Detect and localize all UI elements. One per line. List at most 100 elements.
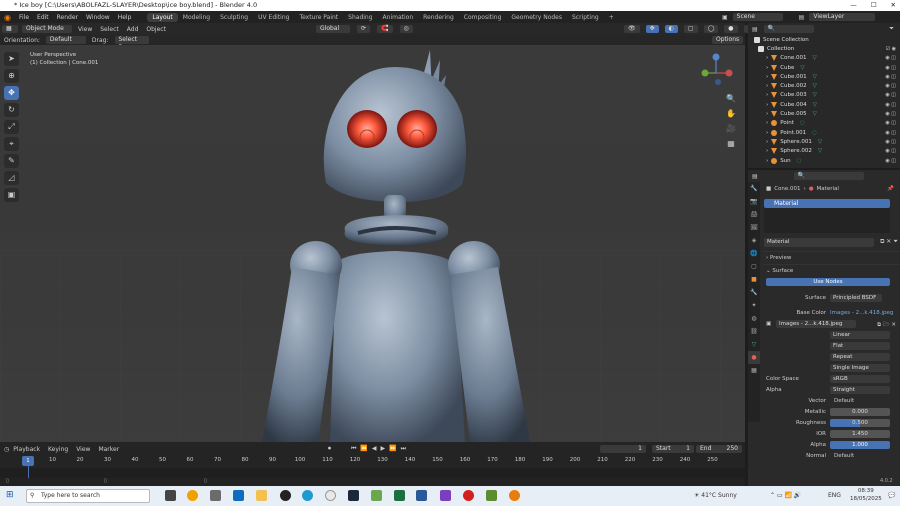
colorspace-select[interactable]: sRGB [830,375,890,383]
viewport-menu-object[interactable]: Object [142,26,170,33]
collection-row[interactable]: Collection ☑ ◉ [748,44,900,53]
particles-tab-icon[interactable]: ✦ [748,299,760,312]
visibility-eye-icon[interactable]: ◉ ◫ [885,102,896,108]
game-app-icon[interactable] [371,490,382,501]
expand-arrow-icon[interactable]: › [766,92,768,98]
viewlayer-selector[interactable]: ViewLayer [809,13,876,21]
file-explorer-icon[interactable] [256,490,267,501]
rotate-tool-icon[interactable]: ↻ [4,103,19,117]
prev-key-icon[interactable]: ⏪ [360,445,367,453]
object-tab-icon[interactable]: ■ [748,273,760,286]
expand-arrow-icon[interactable]: › [766,139,768,145]
tab-layout[interactable]: Layout [147,12,178,22]
mode-selector[interactable]: Object Mode [22,25,72,33]
view-layer-tab-icon[interactable]: 🖼 [748,221,760,234]
solid-shading-icon[interactable]: ● [724,25,738,33]
constraints-tab-icon[interactable]: ⛓ [748,325,760,338]
options-dropdown[interactable]: Options [712,36,744,44]
close-button[interactable]: ✕ [891,0,896,11]
visibility-eye-icon[interactable]: ◉ ◫ [885,158,896,164]
image-name-field[interactable]: Images - 2...k.418.jpeg [776,320,856,328]
annotate-tool-icon[interactable]: ✎ [4,154,19,168]
render-tab-icon[interactable]: 📷 [748,195,760,208]
outliner-item[interactable]: › Cube.002 ▽ ◉ ◫ [748,81,900,90]
modifier-tab-icon[interactable]: 🔧 [748,286,760,299]
surface-shader-field[interactable]: Principled BSDF [830,294,882,302]
transform-tool-icon[interactable]: ⌖ [4,137,19,151]
tab-scripting[interactable]: Scripting [567,13,604,22]
material-slot-row[interactable]: Material [764,199,890,208]
outliner-item[interactable]: › Cone.001 ▽ ◉ ◫ [748,54,900,63]
texture-tab-icon[interactable]: ▦ [748,364,760,377]
expand-arrow-icon[interactable]: › [766,102,768,108]
chrome-browser-icon[interactable] [325,490,336,501]
roughness-slider[interactable]: 0.500 [830,419,890,427]
menu-render[interactable]: Render [53,14,82,21]
camera-view-icon[interactable]: 🎥 [724,121,738,136]
expand-arrow-icon[interactable]: › [766,55,768,61]
timeline-ruler[interactable]: 1 10 20 30 40 50 60 70 80 90 100 110 120 130 140 150 16… [0,456,745,486]
steam-app-icon[interactable] [348,490,359,501]
tab-modeling[interactable]: Modeling [178,13,215,22]
tab-texture-paint[interactable]: Texture Paint [294,13,343,22]
clock[interactable]: 08:39 18/05/2025 [850,487,882,503]
outliner-item[interactable]: › Cube.004 ▽ ◉ ◫ [748,100,900,109]
copilot-icon[interactable] [187,490,198,501]
navigation-gizmo[interactable] [696,53,736,93]
weather-widget[interactable]: ☀ 41°C Sunny [694,492,737,499]
gallery-app-icon[interactable] [210,490,221,501]
visibility-eye-icon[interactable]: ◉ ◫ [885,83,896,89]
tab-uv-editing[interactable]: UV Editing [253,13,294,22]
start-frame-field[interactable]: Start 1 [652,445,694,453]
3d-viewport[interactable]: 🔍 ✋ 🎥 ▦ [0,45,745,442]
tab-geometry-nodes[interactable]: Geometry Nodes [506,13,567,22]
github-app-icon[interactable] [280,490,291,501]
minecraft-app-icon[interactable] [486,490,497,501]
drag-selector[interactable]: Select Box [114,36,149,51]
play-icon[interactable]: ▶ [381,445,386,453]
pin-icon[interactable]: 📌 [887,186,894,192]
notifications-icon[interactable]: 💬 [888,492,895,499]
preview-panel-header[interactable]: › Preview [762,251,900,264]
vector-value[interactable]: Default [834,398,854,404]
system-tray-icons[interactable]: ⌃ ▭ 📶 🔊 [770,492,801,499]
base-color-link[interactable]: Images - 2...k.418.jpeg [830,310,893,316]
scene-tab-icon[interactable]: ◈ [748,234,760,247]
visibility-eye-icon[interactable]: ◉ ◫ [885,111,896,117]
menu-help[interactable]: Help [114,14,136,21]
zoom-icon[interactable]: 🔍 [724,91,738,106]
properties-search-input[interactable]: 🔍 [793,172,864,180]
word-app-icon[interactable] [416,490,427,501]
tool-tab-icon[interactable]: 🔧 [748,182,760,195]
transform-orientation[interactable]: Global [316,25,350,33]
move-tool-icon[interactable]: ✥ [4,86,19,100]
outliner-editor-icon[interactable]: ▤ [752,26,758,33]
measure-tool-icon[interactable]: ◿ [4,171,19,185]
timeline-menu-playback[interactable]: Playback [9,446,44,453]
perspective-grid-icon[interactable]: ▦ [724,136,738,151]
menu-window[interactable]: Window [82,14,114,21]
tab-rendering[interactable]: Rendering [418,13,459,22]
mail-app-icon[interactable] [233,490,244,501]
next-key-icon[interactable]: ⏩ [389,445,396,453]
pan-hand-icon[interactable]: ✋ [724,106,738,121]
maximize-button[interactable]: ☐ [871,0,877,11]
scale-tool-icon[interactable]: ⤢ [4,120,19,134]
outliner-search-input[interactable]: 🔍 [763,25,814,33]
use-nodes-button[interactable]: Use Nodes [766,278,890,286]
world-tab-icon[interactable]: 🌐 [748,247,760,260]
visibility-eye-icon[interactable]: ◉ ◫ [885,92,896,98]
playhead-frame[interactable]: 1 [22,456,34,466]
media-app-icon[interactable] [440,490,451,501]
menu-file[interactable]: File [15,14,33,21]
physics-tab-icon[interactable]: ◍ [748,312,760,325]
play-reverse-icon[interactable]: ◀ [372,445,377,453]
jump-start-icon[interactable]: ⏮ [351,445,356,453]
cursor-tool-icon[interactable]: ⊕ [4,69,19,83]
windows-start-icon[interactable]: ⊞ [6,490,14,500]
visibility-eye-icon[interactable]: ◉ ◫ [885,120,896,126]
jump-end-icon[interactable]: ⏭ [401,445,406,453]
material-actions-icon[interactable]: ⧉ ✕ ⏷ [880,238,898,246]
scene-collection-row[interactable]: Scene Collection [748,35,900,44]
source-select[interactable]: Single Image [830,364,890,372]
